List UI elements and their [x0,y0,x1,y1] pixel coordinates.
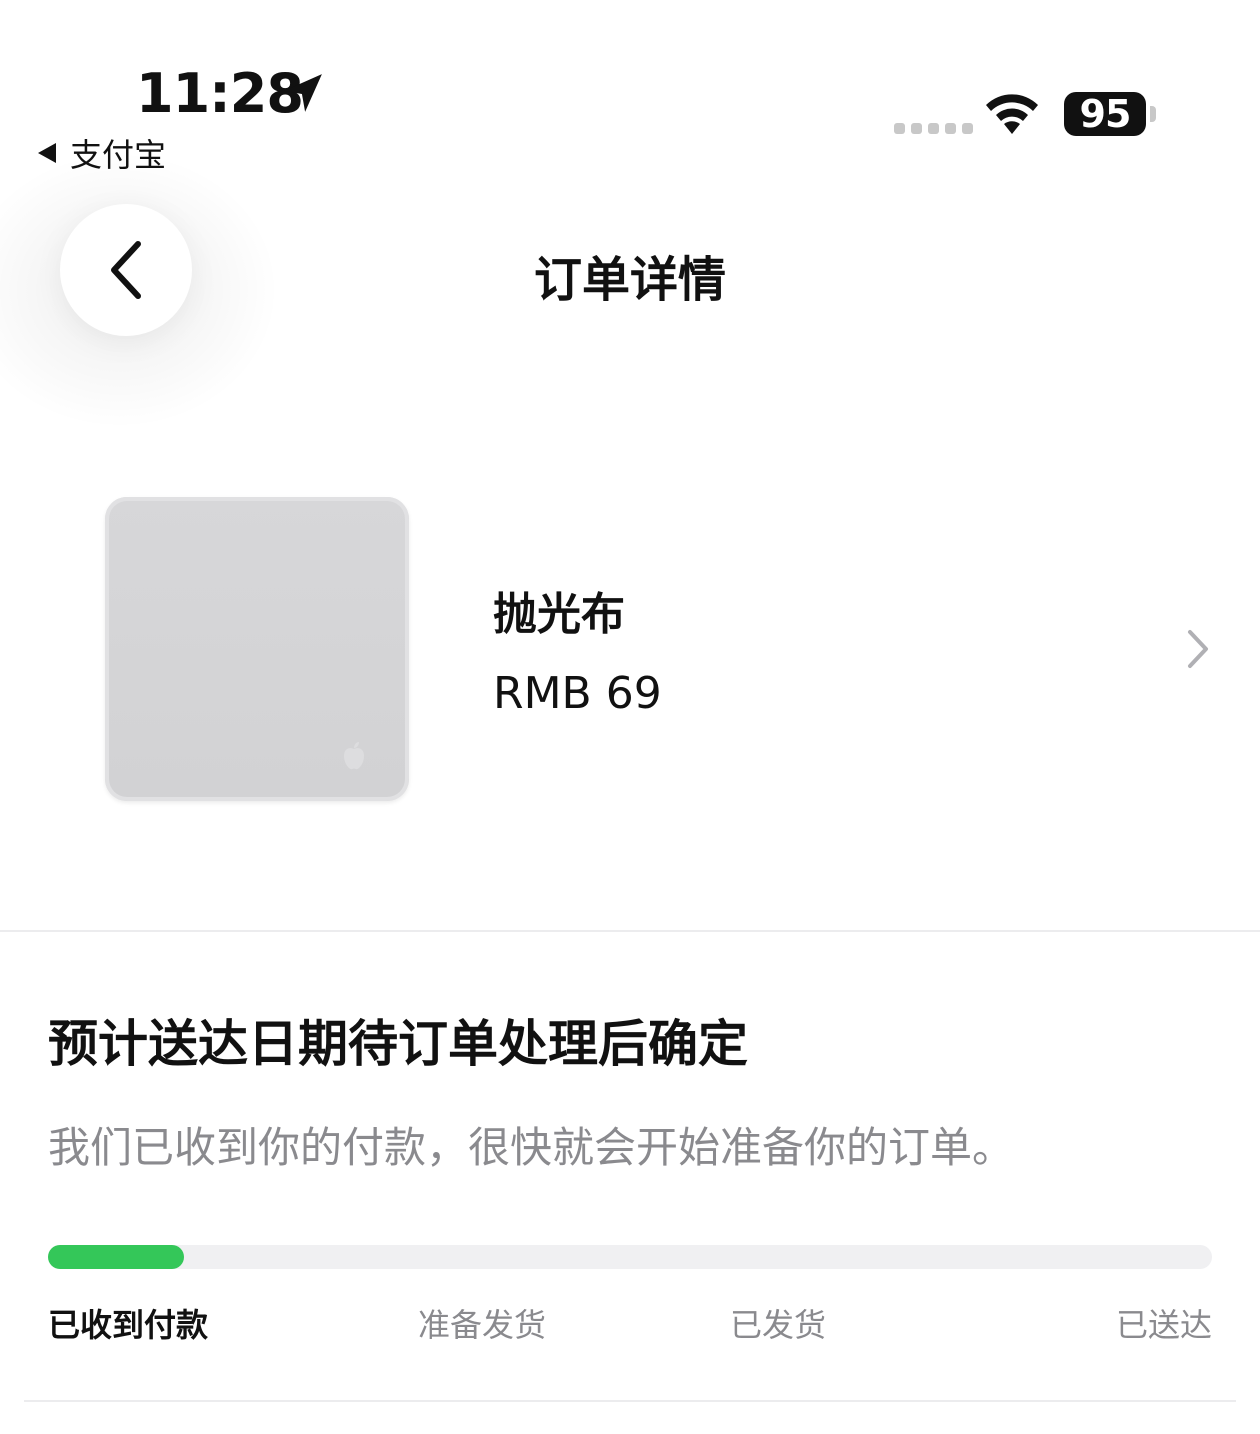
chevron-right-icon[interactable] [1184,628,1212,670]
step-preparing-shipment: 准备发货 [418,1306,547,1344]
order-progress-fill [48,1245,185,1269]
cellular-signal-icon [894,123,973,134]
delivery-title: 预计送达日期待订单处理后确定 [48,1015,748,1073]
section-divider [0,930,1260,932]
status-time: 11:28 [136,62,304,125]
section-divider-bottom [24,1400,1236,1402]
location-arrow-icon [284,74,322,112]
apple-logo-icon [344,742,364,770]
product-image[interactable] [105,497,409,801]
step-delivered: 已送达 [1115,1306,1212,1344]
product-name[interactable]: 抛光布 [493,578,625,642]
delivery-description: 我们已收到你的付款，很快就会开始准备你的订单。 [48,1123,1015,1172]
step-payment-received: 已收到付款 [48,1306,209,1344]
order-progress-bar [48,1245,1212,1269]
product-price: RMB 69 [493,668,662,719]
wifi-icon [986,94,1038,134]
step-shipped: 已发货 [730,1306,827,1344]
back-triangle-icon [38,143,56,163]
order-steps: 已收到付款 准备发货 已发货 已送达 [48,1300,1212,1344]
battery-indicator: 95 [1064,92,1146,136]
page-title: 订单详情 [533,252,726,308]
battery-cap [1150,106,1156,122]
